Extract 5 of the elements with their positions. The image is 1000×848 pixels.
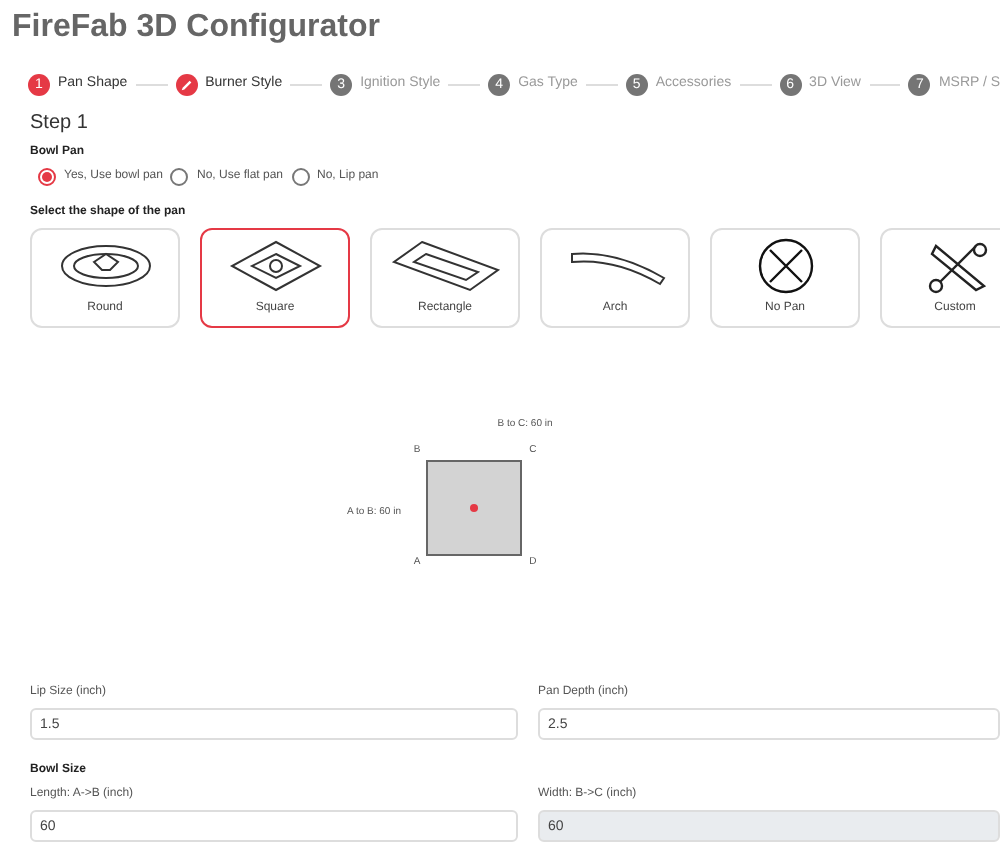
radio-button[interactable] <box>38 168 56 186</box>
radio-button[interactable] <box>170 168 189 186</box>
radio-button[interactable] <box>291 168 310 186</box>
step-heading: Step 1 <box>30 110 90 138</box>
app-title: FireFab 3D Configurator <box>12 8 383 48</box>
